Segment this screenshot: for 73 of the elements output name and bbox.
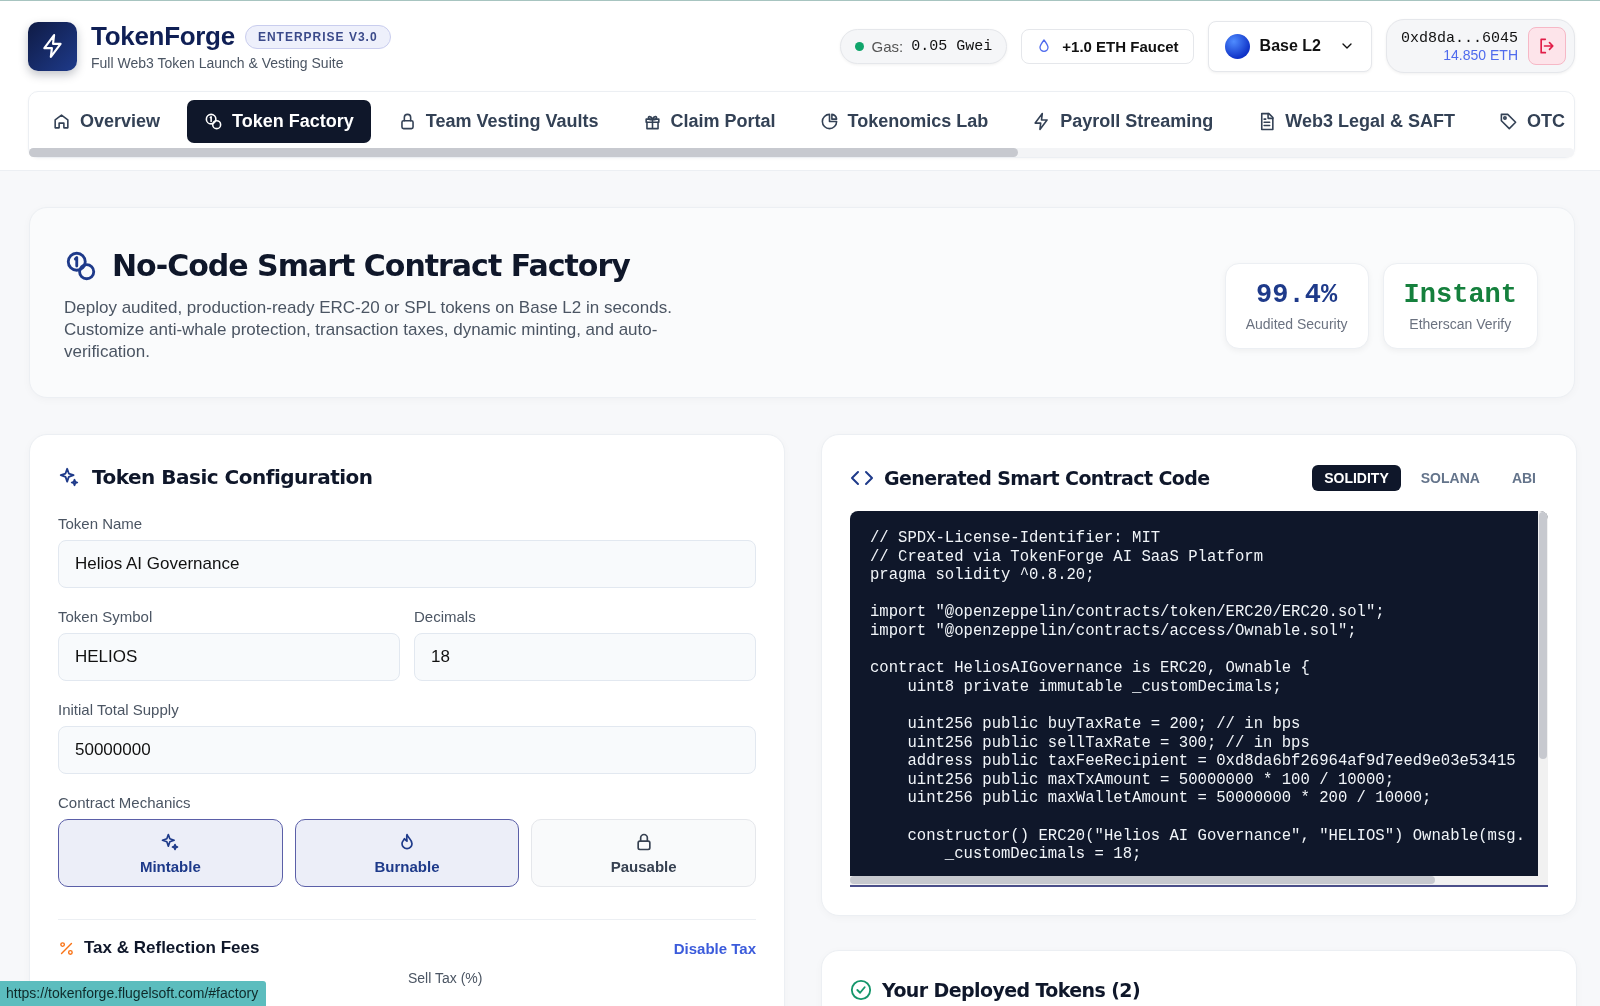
section-title: Tax & Reflection Fees	[84, 938, 260, 958]
code-line: uint256 public maxWalletAmount = 50000000 * 200 / 10000;	[906, 789, 1432, 808]
code-line: uint8 private immutable _customDecimals;	[906, 677, 1282, 697]
wallet-address: 0xd8da...6045	[1400, 29, 1518, 47]
nav-tab[interactable]: Team Vesting Vaults	[380, 100, 616, 143]
code-line: _customDecimals = 18;	[943, 845, 1142, 864]
mechanic-toggle[interactable]: Burnable	[294, 819, 520, 887]
status-url: https://tokenforge.flugelsoft.com/#factory	[0, 981, 267, 1006]
stat-value: Instant	[1403, 279, 1517, 310]
section-title: Token Basic Configuration	[92, 465, 373, 489]
field-label: Token Name	[58, 515, 144, 532]
stat-value: 99.4%	[1255, 279, 1339, 310]
code-line: address public taxFeeRecipient = 0xd8da6bf26964af9d7eed9e03e53415	[906, 752, 1516, 771]
scrollbar[interactable]	[850, 876, 1538, 885]
code-line: uint256 public sellTaxRate = 300; // in bps	[906, 733, 1310, 753]
sparkles-icon	[160, 831, 181, 852]
field-label: Contract Mechanics	[58, 794, 192, 811]
code-line: uint256 public buyTaxRate = 200; // in bps	[906, 714, 1301, 734]
app-tagline: Full Web3 Token Launch & Vesting Suite	[91, 55, 345, 71]
input-field[interactable]: HELIOS	[58, 633, 400, 681]
pie-chart-icon	[819, 112, 839, 131]
section-title: Your Deployed Tokens (2)	[882, 979, 1141, 1001]
network-selector[interactable]: Base L2	[1207, 20, 1372, 72]
page-description: Deploy audited, production-ready ERC-20 or SPL tokens on Base L2 in seconds. Customize anti-whale protection, transaction taxes, dynamic minting, and auto-verification.	[64, 297, 673, 363]
nav-tab[interactable]: Claim Portal	[625, 100, 793, 143]
disable-tax-link[interactable]: Disable Tax	[673, 939, 756, 957]
mechanic-toggle[interactable]: Pausable	[531, 819, 756, 887]
input-field[interactable]: Helios AI Governance	[58, 540, 756, 588]
nav-tab[interactable]: Overview	[35, 100, 178, 143]
gas-label: Gas:	[871, 37, 904, 55]
code-line: contract HeliosAIGovernance is ERC20, Ownable {	[870, 659, 1310, 678]
percent-icon	[58, 939, 75, 957]
gas-value: 0.05 Gwei	[911, 37, 993, 55]
stat-label: Audited Security	[1245, 315, 1348, 332]
check-circle-icon	[850, 979, 872, 1001]
input-field[interactable]: 18	[414, 633, 756, 681]
code-line: constructor() ERC20("Helios AI Governance", "HELIOS") Ownable(msg.	[906, 826, 1526, 846]
language-tab[interactable]: SOLIDITY	[1312, 465, 1401, 491]
status-dot	[854, 41, 864, 51]
app-name: TokenForge	[91, 21, 235, 52]
mechanic-toggle[interactable]: Mintable	[58, 819, 283, 887]
logout-button[interactable]	[1528, 27, 1566, 65]
code-line: uint256 public maxTxAmount = 50000000 * 100 / 10000;	[906, 770, 1395, 790]
language-tab[interactable]: SOLANA	[1408, 465, 1492, 491]
edition-badge: ENTERPRISE V3.0	[244, 24, 391, 49]
nav-tab[interactable]: OTC	[1482, 100, 1567, 143]
coins-icon	[204, 112, 224, 131]
faucet-button[interactable]: +1.0 ETH Faucet	[1021, 28, 1194, 64]
house-icon	[52, 112, 71, 131]
nav-tab[interactable]: Web3 Legal & SAFT	[1240, 100, 1472, 143]
sparkles-icon	[58, 466, 80, 488]
section-title: Generated Smart Contract Code	[884, 467, 1210, 489]
code-line: import "@openzeppelin/contracts/access/Ownable.sol";	[870, 621, 1357, 641]
field-label: Sell Tax (%)	[408, 970, 484, 986]
stat-label: Etherscan Verify	[1408, 315, 1513, 332]
nav-tab[interactable]: Token Factory	[187, 100, 371, 143]
nav-tab[interactable]: Tokenomics Lab	[802, 100, 1006, 143]
field-label: Decimals	[414, 608, 477, 625]
wallet-balance: 14.850 ETH	[1442, 46, 1518, 63]
network-icon	[1224, 33, 1250, 59]
page-title: No-Code Smart Contract Factory	[112, 248, 630, 283]
scrollbar[interactable]	[1538, 511, 1548, 885]
language-tab[interactable]: ABI	[1499, 465, 1548, 491]
input-field[interactable]: 50000000	[58, 726, 756, 774]
code-line: import "@openzeppelin/contracts/token/ERC20/ERC20.sol";	[870, 603, 1385, 622]
tag-icon	[1499, 112, 1518, 131]
scrollbar[interactable]	[29, 148, 1574, 157]
code-line: // Created via TokenForge AI SaaS Platform	[870, 547, 1264, 567]
code-line: pragma solidity ^0.8.20;	[870, 566, 1095, 585]
nav-tab[interactable]: Payroll Streaming	[1015, 100, 1231, 143]
code-line: // SPDX-License-Identifier: MIT	[870, 529, 1161, 548]
field-label: Token Symbol	[58, 608, 154, 625]
field-label: Initial Total Supply	[58, 701, 180, 718]
